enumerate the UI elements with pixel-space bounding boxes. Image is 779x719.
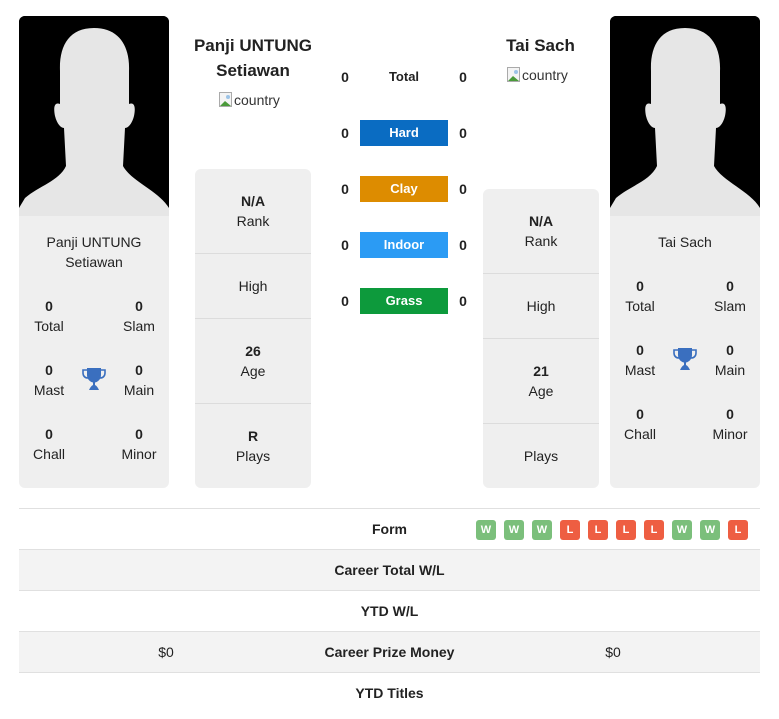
form-badge[interactable]: W [476,520,496,540]
ytd-wl-row: YTD W/L [19,591,760,632]
player2-title-slam: 0 Slam [714,278,746,314]
surface-badge-clay: Clay [360,176,448,202]
player2-photo [610,16,760,216]
form-badge[interactable]: W [672,520,692,540]
player2-stats-card: N/A Rank High 21 Age Plays [483,189,599,488]
player2-title-main: 0 Main [714,342,746,378]
player1-country-flag: country [219,92,280,108]
broken-image-icon [219,92,233,108]
surface-row-clay: 0 Clay 0 [330,176,480,202]
player1-title-minor: 0 Minor [121,426,157,462]
player1-photo [19,16,169,216]
player1-stat-plays: R Plays [235,428,271,464]
trophy-icon [672,346,698,372]
ytd-titles-row: YTD Titles [355,685,424,701]
form-row: Form W W W L L L L W W L [19,509,760,550]
surface-badge-hard: Hard [360,120,448,146]
form-badge[interactable]: L [728,520,748,540]
form-badge[interactable]: L [616,520,636,540]
player2-stat-high: High [483,274,599,339]
player2-title-total: 0 Total [625,278,655,314]
career-total-wl-row: Career Total W/L [19,550,760,591]
player1-stat-rank: N/A Rank [195,169,311,254]
player2-card: Tai Sach 0 Total 0 Slam 0 Mast 0 Main 0 … [610,16,760,488]
surface-row-indoor: 0 Indoor 0 [330,232,480,258]
player2-title-minor: 0 Minor [712,406,748,442]
form-badge[interactable]: L [588,520,608,540]
surface-row-grass: 0 Grass 0 [330,288,480,314]
player1-title-total: 0 Total [34,298,64,334]
surface-badge-indoor: Indoor [360,232,448,258]
surface-row-hard: 0 Hard 0 [330,120,480,146]
player2-name-heading[interactable]: Tai Sach [483,33,598,58]
player1-stat-high: High [195,254,311,319]
player1-card-name-line2: Setiawan [65,254,123,270]
player1-stats-card: N/A Rank High 26 Age R Plays [195,169,311,488]
player1-title-mast: 0 Mast [33,362,65,398]
player2-stat-plays: Plays [523,448,559,464]
player1-title-chall: 0 Chall [33,426,65,462]
form-badge[interactable]: W [504,520,524,540]
form-badges: W W W L L L L W W L [476,520,748,540]
form-badge[interactable]: W [532,520,552,540]
player2-country-flag: country [507,67,568,83]
form-badge[interactable]: L [644,520,664,540]
player2-stat-age: 21 Age [483,339,599,424]
player1-card: Panji UNTUNG Setiawan 0 Total 0 Slam 0 M… [19,16,169,488]
player2-prize-money: $0 [605,644,621,660]
trophy-icon [81,366,107,392]
player2-card-name: Tai Sach [658,234,712,250]
form-badge[interactable]: W [700,520,720,540]
player1-card-name-line1: Panji UNTUNG [46,234,142,250]
surface-label-total: Total [388,69,420,84]
form-badge[interactable]: L [560,520,580,540]
silhouette-icon [610,16,760,216]
player1-title-main: 0 Main [123,362,155,398]
player1-name-heading[interactable]: Panji UNTUNG Setiawan [183,33,323,83]
surface-row-total: 0 Total 0 [330,64,480,90]
player1-stat-age: 26 Age [195,319,311,404]
player2-title-chall: 0 Chall [624,406,656,442]
player1-title-slam: 0 Slam [123,298,155,334]
player2-title-mast: 0 Mast [624,342,656,378]
comparison-table: Form W W W L L L L W W L Career Total W/… [19,508,760,714]
broken-image-icon [507,67,521,83]
silhouette-icon [19,16,169,216]
player2-stat-rank: N/A Rank [483,189,599,274]
career-prize-money-row: $0 Career Prize Money $0 [19,632,760,673]
surface-badge-grass: Grass [360,288,448,314]
